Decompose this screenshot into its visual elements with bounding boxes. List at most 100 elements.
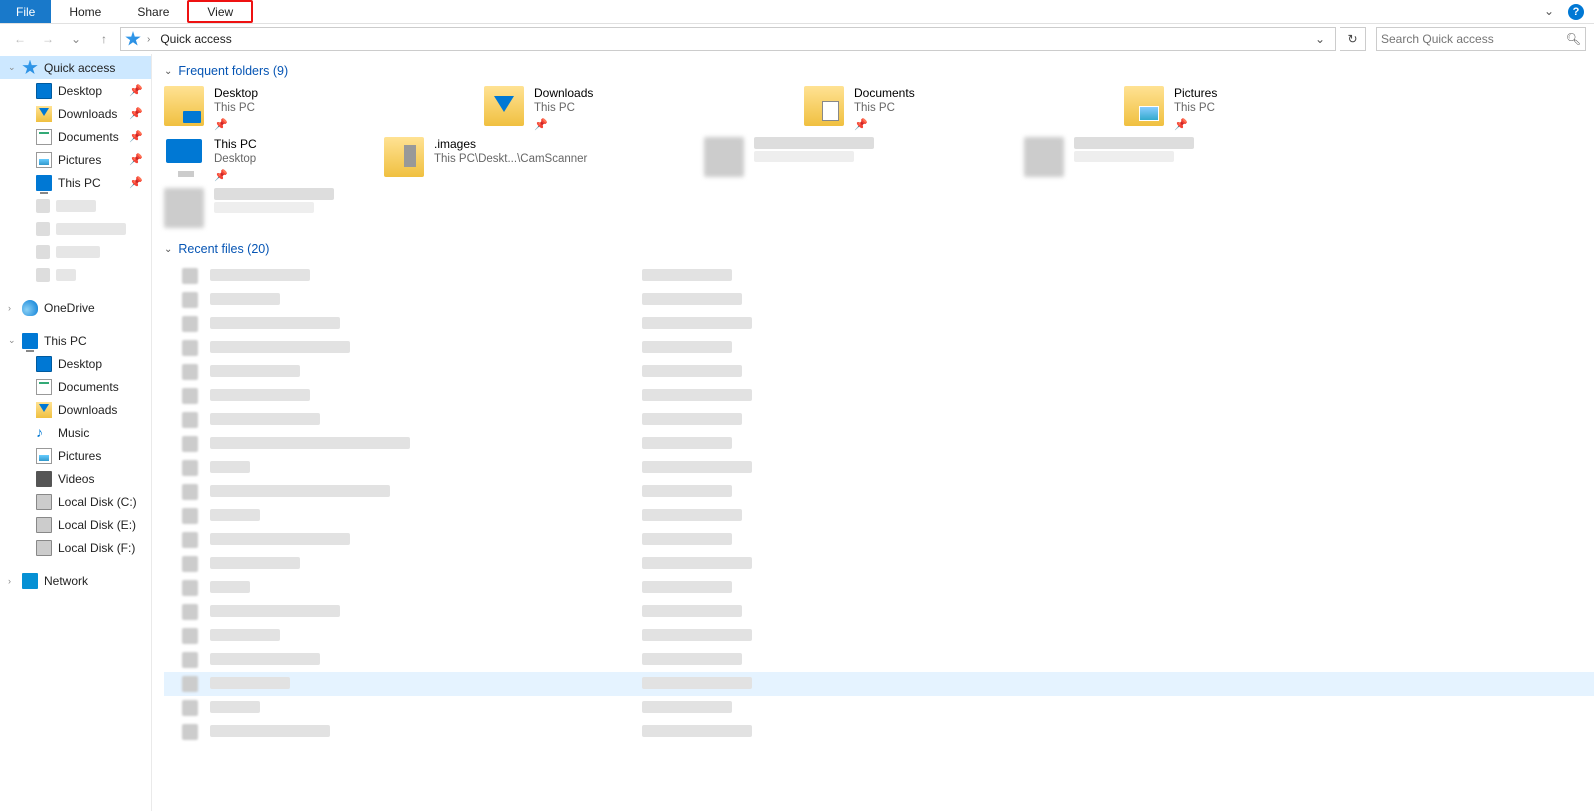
sidebar-item-downloads[interactable]: Downloads 📌 — [0, 102, 151, 125]
recent-file-row[interactable] — [164, 264, 1594, 288]
sidebar-item-this-pc[interactable]: ⌄ This PC — [0, 329, 151, 352]
recent-file-row[interactable] — [164, 576, 1594, 600]
sidebar-item-pc-desktop[interactable]: Desktop — [0, 352, 151, 375]
chevron-right-icon[interactable]: › — [145, 34, 152, 45]
sidebar-item-blurred[interactable] — [0, 240, 151, 263]
recent-file-row[interactable] — [164, 528, 1594, 552]
recent-file-row[interactable] — [164, 312, 1594, 336]
recent-locations-icon[interactable]: ⌄ — [64, 27, 88, 51]
recent-file-row[interactable] — [164, 672, 1594, 696]
back-button[interactable]: ← — [8, 27, 32, 51]
folder-blurred[interactable] — [704, 137, 974, 182]
tab-home[interactable]: Home — [51, 0, 119, 23]
sidebar-item-blurred[interactable] — [0, 263, 151, 286]
sidebar-item-desktop[interactable]: Desktop 📌 — [0, 79, 151, 102]
folder-this-pc[interactable]: This PC Desktop 📌 — [164, 137, 334, 182]
recent-file-row[interactable] — [164, 408, 1594, 432]
file-icon — [182, 556, 198, 572]
recent-file-row[interactable] — [164, 504, 1594, 528]
file-location — [642, 533, 732, 545]
section-recent-files[interactable]: ⌄ Recent files (20) — [164, 242, 1594, 256]
help-icon[interactable]: ? — [1568, 4, 1584, 20]
expand-icon[interactable]: ⌄ — [8, 335, 16, 346]
ribbon-minimize-icon[interactable]: ⌄ — [1534, 0, 1564, 23]
sidebar-item-blurred[interactable] — [0, 194, 151, 217]
recent-file-row[interactable] — [164, 336, 1594, 360]
sidebar-item-onedrive[interactable]: › OneDrive — [0, 296, 151, 319]
collapse-icon[interactable]: ⌄ — [164, 244, 172, 255]
sidebar-label: Local Disk (F:) — [58, 541, 135, 555]
music-icon: ♪ — [36, 425, 52, 441]
sidebar-item-pc-downloads[interactable]: Downloads — [0, 398, 151, 421]
sidebar-item-pictures[interactable]: Pictures 📌 — [0, 148, 151, 171]
tab-file[interactable]: File — [0, 0, 51, 23]
refresh-button[interactable]: ↻ — [1340, 27, 1366, 51]
breadcrumb-quick-access[interactable]: Quick access — [156, 32, 235, 46]
expand-icon[interactable]: ⌄ — [8, 62, 16, 73]
sidebar-item-pc-music[interactable]: ♪ Music — [0, 421, 151, 444]
sidebar-item-pc-documents[interactable]: Documents — [0, 375, 151, 398]
folder-blurred[interactable] — [1024, 137, 1294, 182]
sidebar-item-this-pc-pinned[interactable]: This PC 📌 — [0, 171, 151, 194]
forward-button[interactable]: → — [36, 27, 60, 51]
expand-icon[interactable]: › — [8, 303, 11, 313]
address-bar[interactable]: › Quick access ⌄ — [120, 27, 1336, 51]
sidebar-item-quick-access[interactable]: ⌄ Quick access — [0, 56, 151, 79]
tab-share[interactable]: Share — [119, 0, 187, 23]
recent-file-row[interactable] — [164, 624, 1594, 648]
this-pc-icon — [164, 137, 204, 177]
sidebar-item-blurred[interactable] — [0, 217, 151, 240]
recent-file-row[interactable] — [164, 720, 1594, 744]
file-location — [642, 269, 732, 281]
recent-file-row[interactable] — [164, 648, 1594, 672]
folder-downloads[interactable]: Downloads This PC 📌 — [484, 86, 754, 131]
search-box[interactable]: 🔍︎ — [1376, 27, 1586, 51]
folder-images[interactable]: .images This PC\Deskt...\CamScanner — [384, 137, 654, 182]
file-icon — [182, 700, 198, 716]
sidebar-label: Music — [58, 426, 89, 440]
sidebar-item-disk-c[interactable]: Local Disk (C:) — [0, 490, 151, 513]
sidebar-item-disk-f[interactable]: Local Disk (F:) — [0, 536, 151, 559]
folder-pictures[interactable]: Pictures This PC 📌 — [1124, 86, 1394, 131]
file-name — [210, 341, 350, 353]
sidebar-item-pc-videos[interactable]: Videos — [0, 467, 151, 490]
recent-file-row[interactable] — [164, 456, 1594, 480]
sidebar-item-pc-pictures[interactable]: Pictures — [0, 444, 151, 467]
up-button[interactable]: ↑ — [92, 27, 116, 51]
file-location — [642, 365, 742, 377]
recent-file-row[interactable] — [164, 384, 1594, 408]
sidebar-item-network[interactable]: › Network — [0, 569, 151, 592]
recent-file-row[interactable] — [164, 288, 1594, 312]
collapse-icon[interactable]: ⌄ — [164, 66, 172, 77]
disk-icon — [36, 494, 52, 510]
search-input[interactable] — [1381, 32, 1551, 46]
sidebar-label: Pictures — [58, 153, 101, 167]
sidebar-item-documents[interactable]: Documents 📌 — [0, 125, 151, 148]
recent-file-row[interactable] — [164, 480, 1594, 504]
file-location — [642, 581, 732, 593]
sidebar-label: Pictures — [58, 449, 101, 463]
search-icon[interactable]: 🔍︎ — [1566, 32, 1581, 46]
pictures-icon — [36, 448, 52, 464]
ribbon: File Home Share View ⌄ ? — [0, 0, 1594, 24]
file-name — [210, 605, 340, 617]
recent-file-row[interactable] — [164, 696, 1594, 720]
sidebar-label: Downloads — [58, 107, 117, 121]
documents-icon — [36, 379, 52, 395]
recent-file-row[interactable] — [164, 360, 1594, 384]
section-frequent-folders[interactable]: ⌄ Frequent folders (9) — [164, 64, 1594, 78]
tab-view[interactable]: View — [187, 0, 253, 23]
folder-blurred[interactable] — [164, 188, 434, 228]
recent-file-row[interactable] — [164, 600, 1594, 624]
expand-icon[interactable]: › — [8, 576, 11, 586]
recent-file-row[interactable] — [164, 432, 1594, 456]
folder-documents[interactable]: Documents This PC 📌 — [804, 86, 1074, 131]
address-dropdown-icon[interactable]: ⌄ — [1309, 32, 1331, 46]
file-location — [642, 461, 752, 473]
network-icon — [22, 573, 38, 589]
folder-desktop[interactable]: Desktop This PC 📌 — [164, 86, 434, 131]
recent-file-row[interactable] — [164, 552, 1594, 576]
file-name — [210, 509, 260, 521]
file-icon — [182, 508, 198, 524]
sidebar-item-disk-e[interactable]: Local Disk (E:) — [0, 513, 151, 536]
